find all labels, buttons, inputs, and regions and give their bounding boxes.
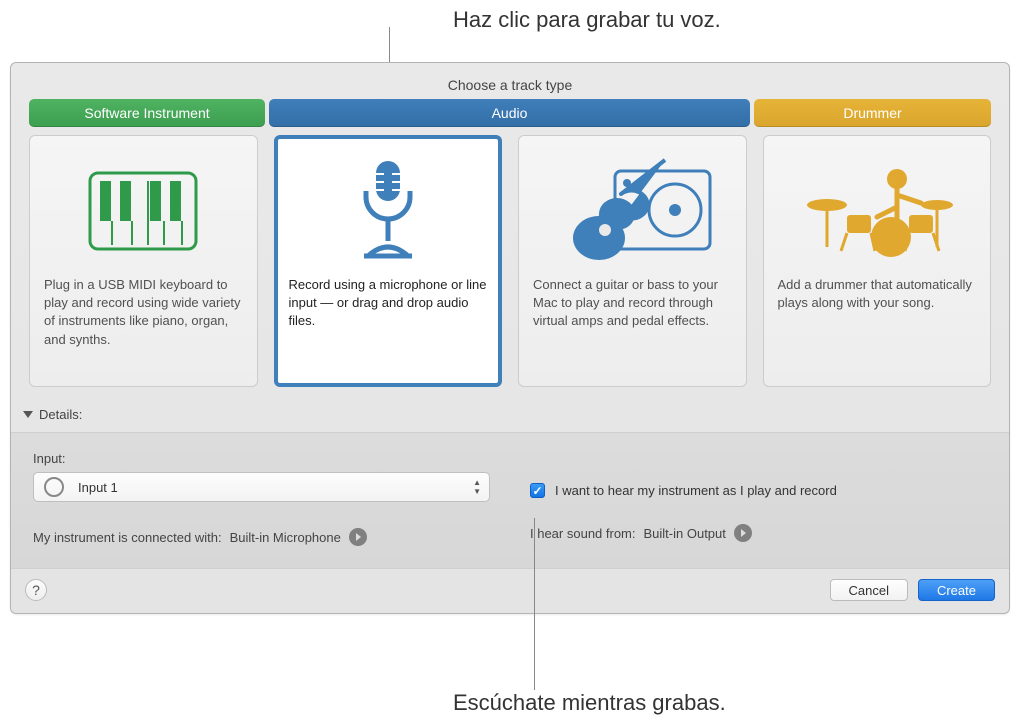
- select-arrows-icon: ▲▼: [473, 478, 481, 496]
- output-value: Built-in Output: [644, 526, 726, 541]
- track-cards: Plug in a USB MIDI keyboard to play and …: [11, 127, 1009, 401]
- connected-value: Built-in Microphone: [230, 530, 341, 545]
- disclosure-triangle-icon: [23, 411, 33, 418]
- output-row: I hear sound from: Built-in Output: [530, 524, 987, 542]
- help-button[interactable]: ?: [25, 579, 47, 601]
- input-label: Input:: [33, 451, 490, 466]
- monitor-label: I want to hear my instrument as I play a…: [555, 483, 837, 498]
- keyboard-icon: [44, 146, 243, 276]
- header-drummer: Drummer: [754, 99, 991, 127]
- dialog-title: Choose a track type: [11, 63, 1009, 99]
- callout-monitoring: Escúchate mientras grabas.: [453, 690, 726, 716]
- output-more-button[interactable]: [734, 524, 752, 542]
- card-desc: Add a drummer that automatically plays a…: [778, 276, 977, 312]
- monitor-checkbox-row[interactable]: ✓ I want to hear my instrument as I play…: [530, 483, 987, 498]
- connected-label: My instrument is connected with:: [33, 530, 222, 545]
- card-drummer[interactable]: Add a drummer that automatically plays a…: [763, 135, 992, 387]
- callout-line-bottom: [534, 518, 535, 690]
- connected-with-row: My instrument is connected with: Built-i…: [33, 528, 490, 546]
- connected-more-button[interactable]: [349, 528, 367, 546]
- input-value: Input 1: [78, 480, 118, 495]
- track-type-headers: Software Instrument Audio Drummer: [11, 99, 1009, 127]
- input-channel-icon: [44, 477, 64, 497]
- details-toggle[interactable]: Details:: [11, 401, 1009, 432]
- microphone-icon: [289, 146, 488, 276]
- card-desc: Connect a guitar or bass to your Mac to …: [533, 276, 732, 331]
- card-audio-guitar[interactable]: Connect a guitar or bass to your Mac to …: [518, 135, 747, 387]
- output-label: I hear sound from:: [530, 526, 636, 541]
- input-select[interactable]: Input 1 ▲▼: [33, 472, 490, 502]
- create-button[interactable]: Create: [918, 579, 995, 601]
- drummer-icon: [778, 146, 977, 276]
- header-software-instrument: Software Instrument: [29, 99, 265, 127]
- monitor-checkbox[interactable]: ✓: [530, 483, 545, 498]
- track-type-dialog: Choose a track type Software Instrument …: [10, 62, 1010, 614]
- dialog-footer: ? Cancel Create: [11, 569, 1009, 613]
- card-software-instrument[interactable]: Plug in a USB MIDI keyboard to play and …: [29, 135, 258, 387]
- card-desc: Record using a microphone or line input …: [289, 276, 488, 331]
- card-desc: Plug in a USB MIDI keyboard to play and …: [44, 276, 243, 349]
- guitar-amp-icon: [533, 146, 732, 276]
- cancel-button[interactable]: Cancel: [830, 579, 908, 601]
- callout-record-voice: Haz clic para grabar tu voz.: [453, 7, 721, 33]
- details-label: Details:: [39, 407, 82, 422]
- details-panel: Input: Input 1 ▲▼ My instrument is conne…: [11, 432, 1009, 569]
- card-audio-mic[interactable]: Record using a microphone or line input …: [274, 135, 503, 387]
- header-audio: Audio: [269, 99, 750, 127]
